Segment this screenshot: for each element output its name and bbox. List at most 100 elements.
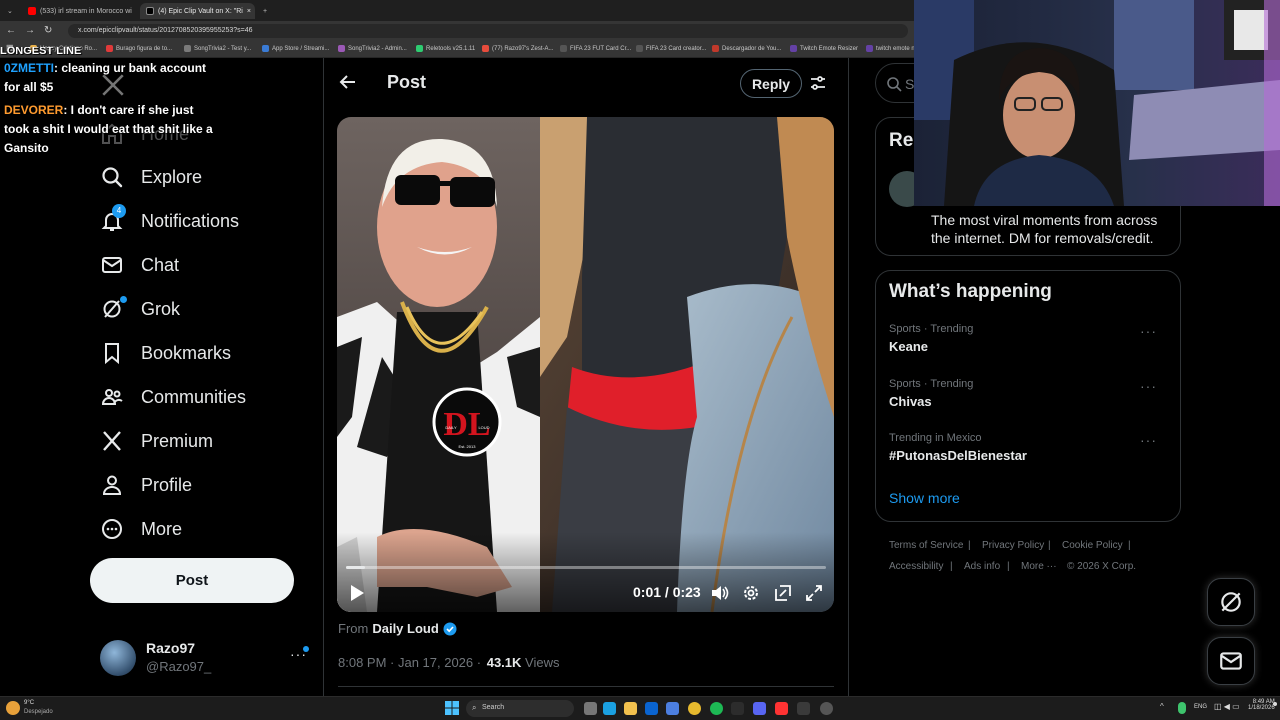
reply-button[interactable]: Reply bbox=[740, 69, 802, 98]
network-volume-icon[interactable]: ◫ ◀ ▭ bbox=[1214, 702, 1240, 711]
show-more-link[interactable]: Show more bbox=[889, 490, 960, 506]
bookmark-label: SongTrivia2 - Admin... bbox=[348, 45, 407, 52]
mail-app-icon[interactable] bbox=[645, 702, 658, 715]
section-title: What’s happening bbox=[889, 281, 1052, 302]
task-view-icon[interactable] bbox=[584, 702, 597, 715]
volume-icon[interactable] bbox=[710, 584, 730, 602]
logo-sub-text: Est. 2013 bbox=[459, 444, 477, 449]
nav-grok[interactable]: Grok bbox=[100, 294, 180, 324]
spotify-icon[interactable] bbox=[710, 702, 723, 715]
chevron-up-icon[interactable]: ^ bbox=[1160, 702, 1164, 711]
new-tab-button[interactable]: + bbox=[257, 3, 273, 19]
tab-search-dropdown[interactable]: ⌄ bbox=[4, 3, 18, 19]
nav-communities[interactable]: Communities bbox=[100, 382, 246, 412]
trend-item[interactable]: Trending in Mexico #PutonasDelBienestar … bbox=[889, 432, 1169, 463]
bookmark-item[interactable]: Twitch Emote Resizer bbox=[790, 45, 858, 52]
footer-separator: | bbox=[968, 540, 971, 551]
more-circle-icon bbox=[102, 519, 122, 539]
app-icon[interactable] bbox=[731, 702, 744, 715]
bookmark-item[interactable]: FIFA 23 FUT Card Cr... bbox=[560, 45, 631, 52]
trend-item[interactable]: Sports · Trending Chivas ··· bbox=[889, 378, 1169, 409]
file-explorer-icon[interactable] bbox=[624, 702, 637, 715]
bookmark-label: twitch emote n bbox=[876, 45, 915, 52]
address-bar-row: ← → ↻ x.com/epicclipvault/status/2012708… bbox=[0, 21, 915, 41]
windows-start-icon[interactable] bbox=[445, 701, 459, 715]
nav-premium[interactable]: Premium bbox=[100, 426, 213, 456]
bookmark-label: Reletools v25.1.11 bbox=[426, 45, 476, 52]
weather-icon bbox=[6, 701, 20, 715]
reload-icon[interactable]: ↻ bbox=[44, 25, 52, 36]
gear-icon[interactable] bbox=[742, 584, 760, 602]
nav-explore[interactable]: Explore bbox=[100, 162, 202, 192]
browser-tab-active[interactable]: (4) Epic Clip Vault on X: "Ri × bbox=[140, 3, 255, 19]
tab-title: (533) irl stream in Morocco wi bbox=[40, 7, 132, 15]
more-dots-icon[interactable]: ··· bbox=[1140, 432, 1157, 448]
clock[interactable]: 8:49 AM 1/18/2026 bbox=[1248, 699, 1275, 711]
bookmark-favicon bbox=[560, 45, 567, 52]
bookmark-favicon bbox=[790, 45, 797, 52]
footer-link[interactable]: Accessibility bbox=[889, 561, 943, 572]
messages-floating-button[interactable] bbox=[1207, 637, 1255, 685]
bookmark-favicon bbox=[338, 45, 345, 52]
settings-gear-icon[interactable] bbox=[820, 702, 833, 715]
search-icon bbox=[886, 76, 902, 92]
back-arrow-icon[interactable] bbox=[338, 72, 358, 92]
nav-profile[interactable]: Profile bbox=[100, 470, 192, 500]
play-icon[interactable] bbox=[349, 584, 365, 602]
fullscreen-icon[interactable] bbox=[805, 584, 823, 602]
nav-notifications[interactable]: Notifications 4 bbox=[100, 204, 240, 236]
webcam-overlay bbox=[914, 0, 1280, 206]
footer-link[interactable]: Cookie Policy bbox=[1062, 540, 1123, 551]
back-icon[interactable]: ← bbox=[6, 25, 16, 36]
nav-label: Notifications bbox=[141, 210, 240, 231]
settings-sliders-icon[interactable] bbox=[809, 74, 827, 92]
notification-badge: 4 bbox=[112, 204, 126, 218]
music-app-icon[interactable] bbox=[775, 702, 788, 715]
discord-icon[interactable] bbox=[753, 702, 766, 715]
bookmark-item[interactable]: Reletools v25.1.11 bbox=[416, 45, 475, 52]
video-player[interactable]: DL DAILY LOUD Est. 2013 0:01 / 0:23 bbox=[337, 117, 834, 612]
grok-floating-button[interactable] bbox=[1207, 578, 1255, 626]
post-timestamp[interactable]: 8:08 PM · Jan 17, 2026 · bbox=[338, 655, 481, 670]
mail-icon bbox=[1220, 652, 1242, 670]
url-field[interactable]: x.com/epicclipvault/status/2012708520395… bbox=[68, 24, 908, 38]
bookmark-item[interactable]: Descargador de You... bbox=[712, 45, 781, 52]
video-progress-track[interactable] bbox=[346, 566, 826, 569]
picture-in-picture-icon[interactable] bbox=[774, 584, 792, 602]
post-button[interactable]: Post bbox=[90, 558, 294, 603]
account-switcher[interactable]: Razo97 @Razo97_ ··· bbox=[100, 638, 310, 678]
microphone-icon[interactable] bbox=[1178, 702, 1186, 714]
nav-chat[interactable]: Chat bbox=[100, 250, 179, 280]
trend-item[interactable]: Sports · Trending Keane ··· bbox=[889, 323, 1169, 354]
footer-link[interactable]: Terms of Service bbox=[889, 540, 963, 551]
nav-bookmarks[interactable]: Bookmarks bbox=[100, 338, 231, 368]
separator bbox=[338, 686, 834, 687]
bookmark-item[interactable]: twitch emote n bbox=[866, 45, 915, 52]
taskbar-search[interactable]: ⌕ Search bbox=[466, 700, 574, 717]
bookmark-item[interactable]: App Store / Streami... bbox=[262, 45, 329, 52]
nav-label: Profile bbox=[141, 474, 193, 495]
source-account-link[interactable]: Daily Loud bbox=[372, 621, 438, 636]
forward-icon[interactable]: → bbox=[25, 25, 35, 36]
bookmark-item[interactable]: (77) Razo97's Zest-A... bbox=[482, 45, 554, 52]
bookmark-item[interactable]: FIFA 23 Card creator... bbox=[636, 45, 706, 52]
bookmark-favicon bbox=[482, 45, 489, 52]
bookmark-item[interactable]: SongTrivia2 - Admin... bbox=[338, 45, 407, 52]
close-icon[interactable]: × bbox=[247, 8, 251, 15]
notification-center-icon[interactable] bbox=[1273, 702, 1277, 706]
app-icon[interactable] bbox=[797, 702, 810, 715]
browser-tab[interactable]: (533) irl stream in Morocco wi bbox=[22, 3, 140, 19]
more-dots-icon[interactable]: ··· bbox=[1140, 378, 1157, 394]
new-indicator-dot bbox=[120, 296, 127, 303]
edge-icon[interactable] bbox=[603, 702, 616, 715]
more-dots-icon[interactable]: ··· bbox=[1140, 323, 1157, 339]
app-icon[interactable] bbox=[666, 702, 679, 715]
nav-more[interactable]: More bbox=[100, 514, 182, 544]
footer-link[interactable]: Ads info bbox=[964, 561, 1000, 572]
footer-link[interactable]: Privacy Policy bbox=[982, 540, 1044, 551]
bookmark-favicon bbox=[416, 45, 423, 52]
language-indicator[interactable]: ENG bbox=[1194, 704, 1207, 710]
bookmark-label: Twitch Emote Resizer bbox=[800, 45, 859, 52]
footer-more-link[interactable]: More ··· bbox=[1021, 561, 1057, 572]
chrome-icon[interactable] bbox=[688, 702, 701, 715]
